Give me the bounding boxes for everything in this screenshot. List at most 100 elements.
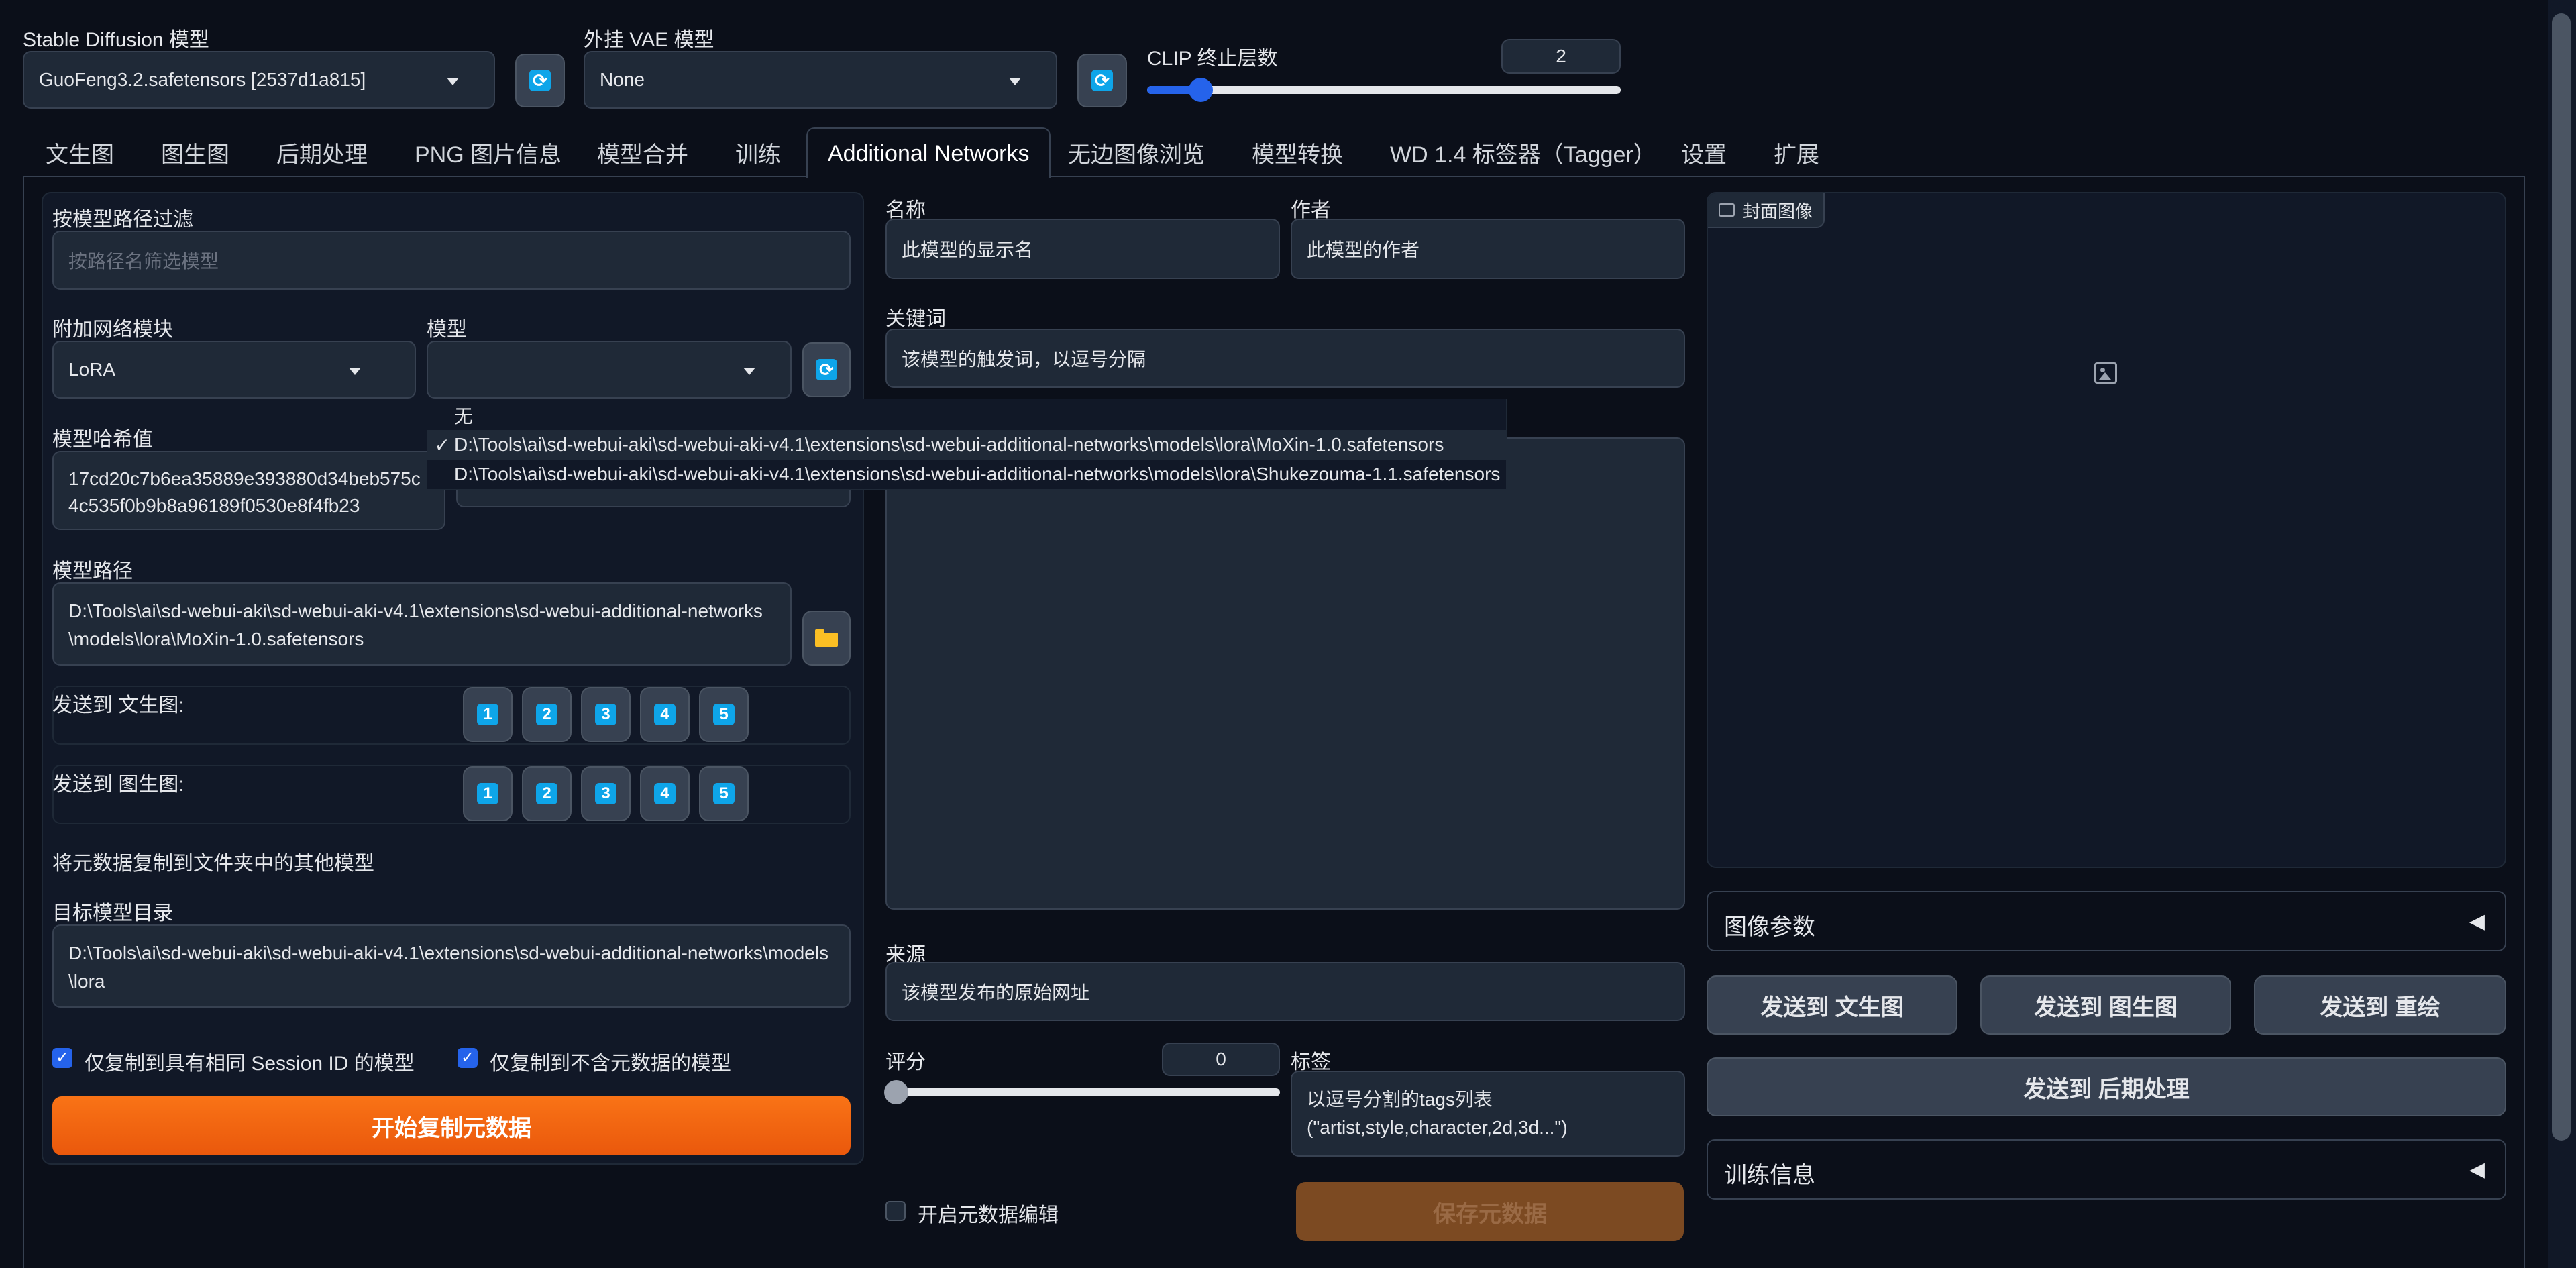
vae-value: None	[600, 69, 645, 90]
network-module-select[interactable]: LoRA	[52, 341, 416, 399]
training-info-label: 训练信息	[1724, 1163, 1815, 1188]
number-1-icon: 1	[477, 783, 498, 804]
send-txt2img-slot-2-button[interactable]: 2	[522, 687, 572, 742]
tags-placeholder-line-2: ("artist,style,character,2d,3d...")	[1307, 1117, 1568, 1138]
send-to-extras-button[interactable]: 发送到 后期处理	[1707, 1057, 2506, 1116]
tab-infinite-image-browsing[interactable]: 无边图像浏览	[1068, 129, 1205, 176]
image-params-label: 图像参数	[1724, 914, 1815, 940]
refresh-icon: ⟳	[1091, 70, 1113, 91]
path-filter-input[interactable]: 按路径名筛选模型	[52, 231, 851, 290]
same-session-checkbox[interactable]: ✓	[52, 1048, 72, 1068]
send-img2img-slot-5-button[interactable]: 5	[699, 766, 749, 821]
number-1-icon: 1	[477, 704, 498, 725]
tab-txt2img[interactable]: 文生图	[46, 129, 114, 176]
rating-number[interactable]: 0	[1162, 1043, 1280, 1076]
chevron-down-icon	[743, 368, 755, 375]
send-img2img-slot-2-button[interactable]: 2	[522, 766, 572, 821]
send-txt2img-slot-4-button[interactable]: 4	[640, 687, 690, 742]
clip-skip-slider-thumb[interactable]	[1189, 78, 1213, 102]
no-metadata-checkbox[interactable]: ✓	[458, 1048, 478, 1068]
dropdown-option-none[interactable]: 无	[427, 401, 1507, 430]
sd-model-select[interactable]: GuoFeng3.2.safetensors [2537d1a815]	[23, 51, 495, 109]
chevron-down-icon	[349, 368, 361, 375]
no-metadata-label: 仅复制到不含元数据的模型	[490, 1053, 731, 1075]
name-input[interactable]: 此模型的显示名	[885, 219, 1280, 279]
tab-extensions[interactable]: 扩展	[1774, 129, 1819, 176]
send-img2img-slot-4-button[interactable]: 4	[640, 766, 690, 821]
refresh-icon: ⟳	[816, 359, 837, 380]
number-4-icon: 4	[654, 704, 676, 725]
send-to-img2img-button[interactable]: 发送到 图生图	[1980, 975, 2231, 1035]
send-img2img-slot-1-button[interactable]: 1	[463, 766, 513, 821]
send-to-txt2img-button[interactable]: 发送到 文生图	[1707, 975, 1957, 1035]
refresh-model-button[interactable]: ⟳	[802, 342, 851, 397]
number-2-icon: 2	[536, 783, 557, 804]
keywords-input[interactable]: 该模型的触发词，以逗号分隔	[885, 329, 1685, 388]
sd-model-label: Stable Diffusion 模型	[23, 29, 209, 51]
tab-extras[interactable]: 后期处理	[276, 129, 368, 176]
same-session-label: 仅复制到具有相同 Session ID 的模型	[85, 1053, 415, 1075]
vae-label: 外挂 VAE 模型	[584, 29, 714, 51]
dropdown-option-label: D:\Tools\ai\sd-webui-aki\sd-webui-aki-v4…	[454, 434, 1444, 455]
tags-placeholder-line-1: 以逗号分割的tags列表	[1307, 1089, 1493, 1110]
vae-select[interactable]: None	[584, 51, 1057, 109]
network-module-label: 附加网络模块	[52, 319, 173, 341]
image-placeholder-icon	[2094, 362, 2117, 384]
number-5-icon: 5	[713, 783, 735, 804]
scrollbar-thumb[interactable]	[2552, 13, 2571, 1141]
tab-wd14-tagger[interactable]: WD 1.4 标签器（Tagger）	[1390, 129, 1656, 176]
source-input[interactable]: 该模型发布的原始网址	[885, 962, 1685, 1021]
number-4-icon: 4	[654, 783, 676, 804]
description-textarea[interactable]	[885, 437, 1685, 910]
refresh-vae-button[interactable]: ⟳	[1077, 54, 1127, 107]
target-dir-field[interactable]: D:\Tools\ai\sd-webui-aki\sd-webui-aki-v4…	[52, 924, 851, 1008]
send-txt2img-label: 发送到 文生图:	[52, 694, 184, 717]
author-input[interactable]: 此模型的作者	[1291, 219, 1685, 279]
dropdown-option-shukezouma[interactable]: D:\Tools\ai\sd-webui-aki\sd-webui-aki-v4…	[427, 460, 1507, 489]
cover-image-panel[interactable]	[1707, 192, 2506, 868]
collapse-triangle-icon: ◀	[2469, 910, 2485, 933]
dropdown-option-moxin[interactable]: ✓ D:\Tools\ai\sd-webui-aki\sd-webui-aki-…	[427, 430, 1507, 460]
send-txt2img-slot-1-button[interactable]: 1	[463, 687, 513, 742]
sd-model-value: GuoFeng3.2.safetensors [2537d1a815]	[39, 69, 366, 90]
model-hash-field[interactable]: 17cd20c7b6ea35889e393880d34beb575c4c535f…	[52, 451, 445, 530]
dropdown-option-label: D:\Tools\ai\sd-webui-aki\sd-webui-aki-v4…	[454, 464, 1501, 484]
tab-model-converter[interactable]: 模型转换	[1252, 129, 1343, 176]
number-2-icon: 2	[536, 704, 557, 725]
training-info-accordion[interactable]: 训练信息 ◀	[1707, 1139, 2506, 1200]
keywords-label: 关键词	[885, 308, 946, 330]
tab-img2img[interactable]: 图生图	[161, 129, 229, 176]
dropdown-option-label: 无	[454, 406, 474, 427]
model-hash-label: 模型哈希值	[52, 429, 153, 451]
number-3-icon: 3	[595, 783, 616, 804]
tab-settings[interactable]: 设置	[1681, 129, 1727, 176]
save-metadata-button[interactable]: 保存元数据	[1296, 1182, 1684, 1241]
tab-additional-networks[interactable]: Additional Networks	[806, 127, 1051, 178]
model-select[interactable]	[427, 341, 792, 399]
open-folder-button[interactable]	[802, 611, 851, 666]
clip-skip-number[interactable]: 2	[1501, 39, 1621, 74]
tab-png-info[interactable]: PNG 图片信息	[415, 129, 561, 176]
send-to-inpaint-button[interactable]: 发送到 重绘	[2254, 975, 2506, 1035]
tab-train[interactable]: 训练	[735, 129, 781, 176]
rating-slider-thumb[interactable]	[884, 1080, 908, 1104]
enable-edit-checkbox[interactable]	[885, 1201, 906, 1221]
model-path-field[interactable]: D:\Tools\ai\sd-webui-aki\sd-webui-aki-v4…	[52, 582, 792, 666]
model-label: 模型	[427, 319, 467, 341]
refresh-sd-model-button[interactable]: ⟳	[515, 54, 565, 107]
send-img2img-slot-3-button[interactable]: 3	[581, 766, 631, 821]
tags-textarea[interactable]: 以逗号分割的tags列表 ("artist,style,character,2d…	[1291, 1071, 1685, 1157]
image-icon	[1719, 203, 1735, 217]
check-icon: ✓	[434, 434, 450, 456]
clip-skip-slider-track[interactable]	[1147, 86, 1621, 94]
start-copy-metadata-button[interactable]: 开始复制元数据	[52, 1096, 851, 1155]
scrollbar-track[interactable]	[2548, 0, 2576, 1268]
image-params-accordion[interactable]: 图像参数 ◀	[1707, 891, 2506, 951]
clip-skip-value: 2	[1556, 46, 1566, 66]
tab-checkpoint-merger[interactable]: 模型合并	[597, 129, 688, 176]
refresh-icon: ⟳	[529, 70, 551, 91]
send-txt2img-slot-5-button[interactable]: 5	[699, 687, 749, 742]
send-txt2img-slot-3-button[interactable]: 3	[581, 687, 631, 742]
model-dropdown-list: 无 ✓ D:\Tools\ai\sd-webui-aki\sd-webui-ak…	[427, 399, 1507, 490]
rating-slider-track[interactable]	[885, 1088, 1280, 1096]
